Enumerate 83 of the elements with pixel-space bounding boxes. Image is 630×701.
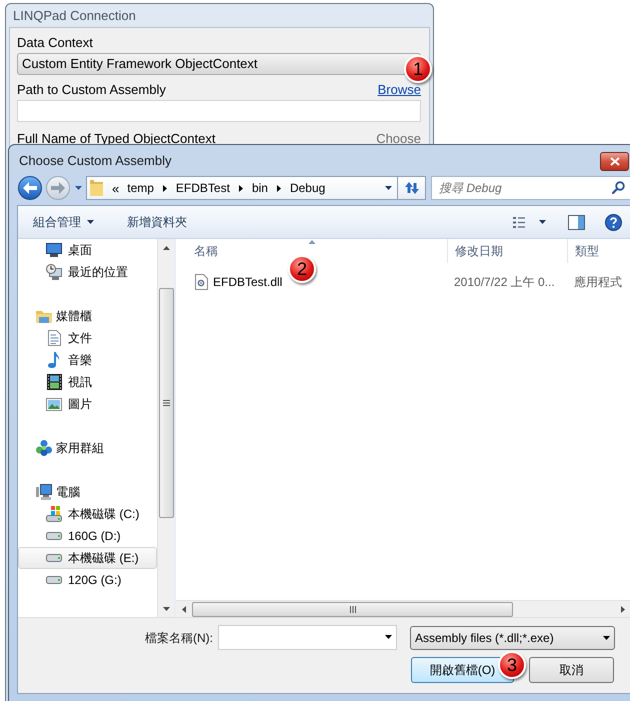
picture-icon — [46, 398, 62, 410]
help-icon[interactable] — [605, 214, 622, 230]
nav-item[interactable]: 媒體櫃 — [18, 305, 157, 327]
back-button[interactable] — [18, 176, 42, 200]
nav-item[interactable]: 桌面 — [18, 239, 157, 261]
field-label: Data Context — [17, 35, 93, 51]
scroll-left-icon[interactable] — [182, 606, 186, 612]
caret-right-icon[interactable] — [162, 184, 167, 192]
caret-right-icon[interactable] — [238, 184, 243, 192]
nav-item[interactable]: 家用群組 — [18, 437, 157, 459]
drive-icon — [46, 532, 62, 540]
assembly-path-field[interactable] — [17, 100, 421, 122]
cancel-button[interactable]: 取消 — [529, 657, 614, 683]
nav-item[interactable]: 電腦 — [18, 481, 157, 503]
search-icon[interactable] — [612, 181, 625, 194]
file-name: EFDBTest.dll — [213, 274, 282, 291]
monitor-icon — [46, 243, 62, 257]
folder-icon — [36, 309, 52, 323]
caret-down-icon[interactable] — [539, 220, 546, 224]
table-cell-text: 2010/7/22 上午 0... — [453, 274, 556, 291]
nav-item[interactable]: 最近的位置 — [18, 261, 157, 283]
sort-arrow-icon — [308, 240, 315, 244]
window-title: LINQPad Connection — [13, 6, 136, 25]
refresh-button[interactable] — [398, 176, 426, 200]
close-icon — [610, 157, 620, 166]
drive-icon — [46, 554, 62, 562]
clock-monitor-icon — [46, 264, 62, 280]
grip-icon — [162, 400, 170, 406]
file-name-label: 檔案名稱(N): — [145, 630, 213, 646]
computer-icon — [36, 484, 52, 500]
breadcrumb-overflow[interactable]: « — [108, 182, 124, 194]
browse-link[interactable]: Browse — [378, 82, 421, 98]
field-label: Path to Custom Assembly — [17, 82, 166, 98]
scrollbar-thumb[interactable] — [192, 602, 513, 616]
horizontal-scrollbar[interactable] — [176, 600, 630, 617]
nav-item[interactable]: 視訊 — [18, 371, 157, 393]
caret-down-icon[interactable] — [385, 635, 392, 639]
close-button[interactable] — [600, 152, 629, 171]
file-icon — [195, 274, 208, 290]
caret-down-icon[interactable] — [385, 186, 392, 190]
column-header[interactable]: 類型 — [567, 239, 630, 263]
caret-down-icon[interactable] — [87, 220, 94, 224]
vertical-scrollbar[interactable] — [157, 239, 174, 617]
nav-item[interactable]: 120G (G:) — [18, 569, 157, 591]
arrow-right-icon — [51, 182, 65, 194]
music-note-icon — [48, 352, 60, 368]
grip-icon — [350, 606, 356, 612]
nav-item[interactable]: 160G (D:) — [18, 525, 157, 547]
logo-drive-icon — [46, 506, 62, 522]
document-icon — [48, 330, 60, 346]
file-type-dropdown[interactable]: Assembly files (*.dll;*.exe) — [410, 626, 615, 650]
up-down-arrows-icon — [404, 181, 418, 195]
field-label: Full Name of Typed ObjectContext — [17, 131, 216, 147]
nav-item[interactable]: 圖片 — [18, 393, 157, 415]
nav-item[interactable]: 文件 — [18, 327, 157, 349]
column-header[interactable]: 修改日期 — [447, 239, 567, 263]
caret-down-icon[interactable] — [603, 636, 610, 640]
scroll-up-icon[interactable] — [162, 246, 170, 250]
film-strip-icon — [46, 374, 62, 390]
nav-item[interactable]: 本機磁碟 (E:) — [18, 547, 157, 569]
scrollbar-thumb[interactable] — [158, 288, 174, 518]
file-name-field[interactable] — [218, 625, 397, 650]
breadcrumb-item[interactable]: bin — [248, 179, 272, 197]
nav-item[interactable]: 本機磁碟 (C:) — [18, 503, 157, 525]
scroll-right-icon[interactable] — [621, 606, 625, 612]
search-field[interactable]: 搜尋 Debug — [431, 176, 630, 200]
toolbar-button[interactable]: 組合管理 — [27, 210, 100, 234]
breadcrumb-item[interactable]: EFDBTest — [172, 179, 234, 197]
breadcrumb-item[interactable]: temp — [123, 179, 158, 197]
address-bar[interactable]: « temp EFDBTest bin Debug — [86, 176, 398, 200]
table-cell-text: 應用程式 — [573, 274, 623, 291]
view-list-icon[interactable] — [513, 216, 525, 228]
folder-icon — [90, 180, 103, 196]
arrow-left-icon — [23, 182, 37, 194]
nav-item[interactable]: 音樂 — [18, 349, 157, 371]
drive-icon — [46, 576, 62, 584]
preview-pane-icon[interactable] — [568, 214, 585, 230]
circle-cluster-icon — [36, 440, 52, 456]
scroll-down-icon[interactable] — [162, 606, 170, 610]
dialog-title: Choose Custom Assembly — [19, 153, 172, 169]
caret-right-icon[interactable] — [276, 184, 281, 192]
toolbar-button[interactable]: 新增資料夾 — [121, 210, 193, 234]
breadcrumb-item[interactable]: Debug — [286, 179, 330, 197]
